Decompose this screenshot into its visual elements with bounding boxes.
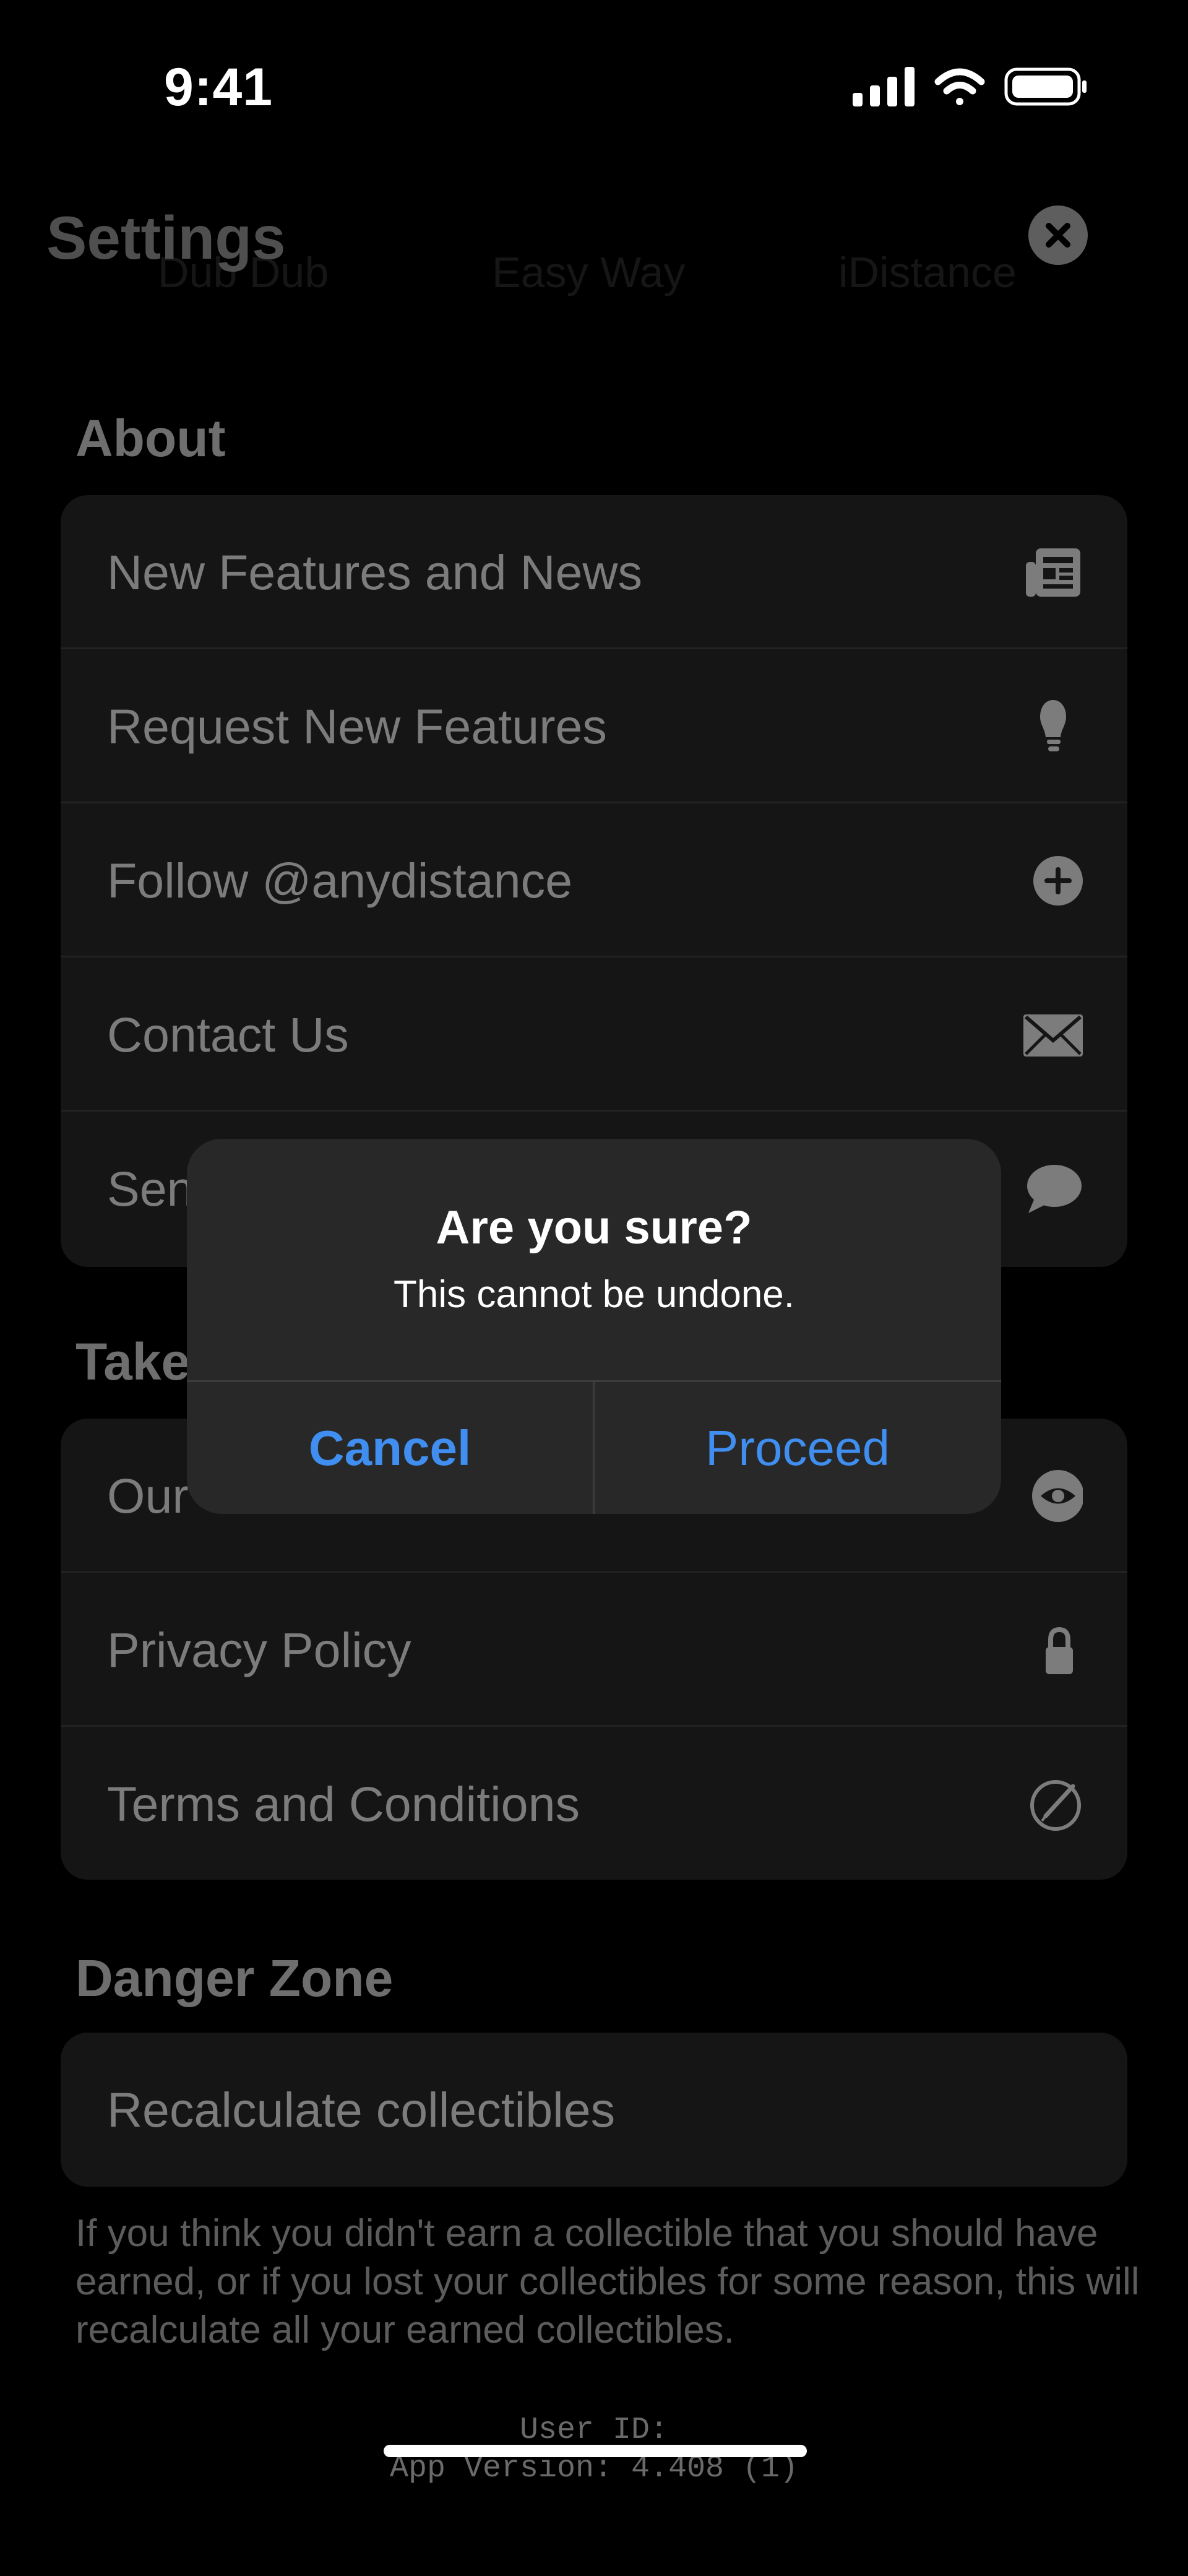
row-label: Request New Features	[107, 699, 607, 754]
row-label: Sen	[107, 1161, 194, 1216]
row-label: Our	[107, 1468, 189, 1523]
cellular-signal-icon	[853, 67, 915, 106]
danger-footnote: If you think you didn't earn a collectib…	[75, 2212, 1140, 2351]
lock-icon	[1046, 1627, 1073, 1674]
status-time: 9:41	[164, 58, 273, 117]
newspaper-icon	[1026, 548, 1080, 597]
section-title-about: About	[75, 409, 226, 467]
section-title-danger: Danger Zone	[75, 1949, 394, 2007]
alert-title: Are you sure?	[436, 1201, 752, 1254]
cancel-button[interactable]: Cancel	[187, 1382, 593, 1514]
proceed-button[interactable]: Proceed	[595, 1382, 1001, 1514]
row-label: Terms and Conditions	[107, 1776, 580, 1831]
row-privacy-policy[interactable]: Privacy Policy	[61, 1573, 1127, 1727]
row-label: Follow @anydistance	[107, 853, 573, 908]
lightbulb-icon	[1040, 700, 1066, 751]
close-button[interactable]	[1028, 205, 1088, 265]
section-title-take: Take	[75, 1333, 191, 1391]
row-request-features[interactable]: Request New Features	[61, 649, 1127, 803]
eye-icon	[1032, 1470, 1083, 1522]
alert-message: This cannot be undone.	[393, 1273, 795, 1316]
ghost-app-2: Easy Way	[492, 248, 686, 296]
row-label: Recalculate collectibles	[107, 2082, 616, 2137]
row-label: New Features and News	[107, 545, 642, 600]
row-contact-us[interactable]: Contact Us	[61, 957, 1127, 1112]
row-recalculate-collectibles[interactable]: Recalculate collectibles	[61, 2033, 1127, 2187]
wifi-icon	[934, 68, 985, 105]
confirm-alert: Are you sure? This cannot be undone. Can…	[187, 1139, 1001, 1514]
battery-icon	[1004, 67, 1087, 106]
close-icon	[1046, 223, 1070, 248]
row-label: Contact Us	[107, 1007, 349, 1062]
plus-circle-icon	[1033, 856, 1083, 905]
home-indicator[interactable]	[384, 2445, 807, 2457]
envelope-icon	[1023, 1014, 1083, 1057]
row-follow[interactable]: Follow @anydistance	[61, 803, 1127, 957]
signature-icon	[1030, 1780, 1081, 1831]
row-new-features[interactable]: New Features and News	[61, 495, 1127, 649]
danger-card: Recalculate collectibles	[61, 2033, 1127, 2187]
status-icons	[853, 67, 1087, 106]
page-title: Settings	[46, 204, 286, 272]
row-terms[interactable]: Terms and Conditions	[61, 1727, 1127, 1880]
user-id-text: User ID:	[519, 2413, 669, 2448]
row-label: Privacy Policy	[107, 1622, 411, 1677]
ghost-app-3: iDistance	[838, 248, 1017, 296]
chat-bubble-icon	[1027, 1165, 1082, 1213]
